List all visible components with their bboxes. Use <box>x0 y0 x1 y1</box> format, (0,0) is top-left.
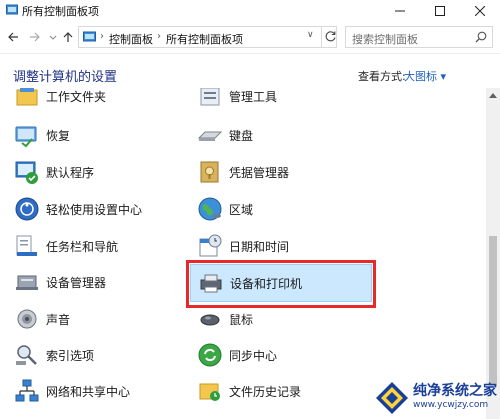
keyboard-icon <box>197 131 223 141</box>
item-label: 任务栏和导航 <box>46 239 119 254</box>
item-label: 同步中心 <box>229 348 278 363</box>
control-panel-items: 工作文件夹 管理工具 恢复 键盘 默认程序 凭据管理器 轻松使用设置中心 区域 … <box>0 88 486 419</box>
breadcrumb-separator: › <box>157 31 161 42</box>
arrow-left-icon <box>8 32 18 42</box>
sound-icon <box>17 309 37 329</box>
highlight-annotation <box>186 260 376 308</box>
item-taskbar[interactable]: 任务栏和导航 <box>14 231 118 261</box>
network-icon <box>15 379 39 402</box>
item-keyboard[interactable]: 键盘 <box>197 120 253 150</box>
default-programs-icon <box>15 161 38 184</box>
credential-manager-icon <box>200 161 219 183</box>
minimize-icon <box>395 10 405 12</box>
item-file-history[interactable]: 文件历史记录 <box>197 376 301 406</box>
refresh-icon[interactable] <box>324 30 337 43</box>
up-button[interactable] <box>60 29 76 45</box>
item-label: 索引选项 <box>46 348 95 363</box>
address-bar[interactable]: › 控制面板 › 所有控制面板项 ∨ <box>78 26 337 48</box>
item-label: 区域 <box>229 202 254 217</box>
item-label: 文件历史记录 <box>229 384 302 399</box>
breadcrumb-separator: › <box>100 31 104 42</box>
chevron-down-icon <box>49 35 57 40</box>
device-manager-icon <box>16 275 38 290</box>
recent-locations-button[interactable] <box>45 29 61 45</box>
item-network[interactable]: 网络和共享中心 <box>14 376 130 406</box>
arrow-right-icon <box>30 32 40 42</box>
back-button[interactable] <box>5 29 21 45</box>
arrow-up-icon <box>63 32 73 42</box>
item-label: 网络和共享中心 <box>46 384 131 399</box>
close-button[interactable] <box>460 0 500 22</box>
scrollbar-thumb[interactable] <box>489 236 497 386</box>
recovery-icon <box>15 126 37 148</box>
file-history-icon <box>199 383 220 401</box>
item-sync-center[interactable]: 同步中心 <box>197 340 277 370</box>
sync-center-icon <box>198 343 222 367</box>
forward-button[interactable] <box>27 29 43 45</box>
search-icon <box>475 31 487 43</box>
search-placeholder: 搜索控制面板 <box>352 33 418 46</box>
item-region[interactable]: 区域 <box>197 194 253 224</box>
item-label: 恢复 <box>46 128 71 143</box>
item-recovery[interactable]: 恢复 <box>14 120 70 150</box>
view-by-dropdown[interactable]: 大图标 ▾ <box>404 68 446 84</box>
watermark: 纯净系统之家 www.ycwjzy.com <box>372 376 500 419</box>
item-label: 键盘 <box>229 128 254 143</box>
item-label: 设备管理器 <box>46 275 107 290</box>
item-label: 鼠标 <box>229 312 254 327</box>
item-ease-of-access[interactable]: 轻松使用设置中心 <box>14 194 142 224</box>
view-by-label: 查看方式: <box>358 70 406 83</box>
page-title: 调整计算机的设置 <box>13 70 118 85</box>
chevron-down-icon[interactable]: ∨ <box>307 30 314 40</box>
window-title: 所有控制面板项 <box>22 5 99 18</box>
ease-of-access-icon <box>15 197 39 221</box>
item-label: 默认程序 <box>46 165 95 180</box>
breadcrumb-all-items[interactable]: 所有控制面板项 <box>166 31 243 47</box>
work-folders-icon <box>16 88 38 106</box>
watermark-url: www.ycwjzy.com <box>413 400 489 410</box>
control-panel-icon <box>83 31 96 42</box>
item-label: 日期和时间 <box>229 239 290 254</box>
chevron-up-icon[interactable] <box>489 92 497 98</box>
control-panel-icon <box>6 4 18 15</box>
title-bar: 所有控制面板项 <box>0 0 500 22</box>
item-date-time[interactable]: 日期和时间 <box>197 231 289 261</box>
breadcrumb-control-panel[interactable]: 控制面板 <box>109 31 153 47</box>
item-indexing[interactable]: 索引选项 <box>14 340 94 370</box>
item-label: 管理工具 <box>229 89 278 104</box>
maximize-icon <box>435 6 445 16</box>
item-credential-manager[interactable]: 凭据管理器 <box>197 157 289 187</box>
item-work-folders[interactable]: 工作文件夹 <box>14 88 106 111</box>
maximize-button[interactable] <box>420 0 460 22</box>
region-icon <box>198 197 222 221</box>
item-label: 轻松使用设置中心 <box>46 202 143 217</box>
item-label: 凭据管理器 <box>229 165 290 180</box>
item-mouse[interactable]: 鼠标 <box>197 304 253 334</box>
item-admin-tools[interactable]: 管理工具 <box>197 88 277 111</box>
search-input[interactable]: 搜索控制面板 <box>345 26 493 48</box>
mouse-icon <box>200 314 220 326</box>
item-sound[interactable]: 声音 <box>14 304 70 334</box>
watermark-text: 纯净系统之家 <box>413 383 497 399</box>
divider <box>321 27 322 47</box>
item-label: 工作文件夹 <box>46 89 107 104</box>
close-icon <box>475 6 485 16</box>
admin-tools-icon <box>200 88 220 106</box>
item-default-programs[interactable]: 默认程序 <box>14 157 94 187</box>
vertical-scrollbar[interactable] <box>486 88 500 419</box>
item-device-manager[interactable]: 设备管理器 <box>14 267 106 297</box>
taskbar-icon <box>16 235 37 256</box>
item-label: 声音 <box>46 312 71 327</box>
watermark-logo-icon <box>376 382 408 414</box>
indexing-icon <box>16 345 37 365</box>
minimize-button[interactable] <box>380 0 420 22</box>
divider <box>0 53 500 54</box>
navigation-bar: › 控制面板 › 所有控制面板项 ∨ 搜索控制面板 <box>0 23 500 51</box>
date-time-icon <box>199 234 222 257</box>
